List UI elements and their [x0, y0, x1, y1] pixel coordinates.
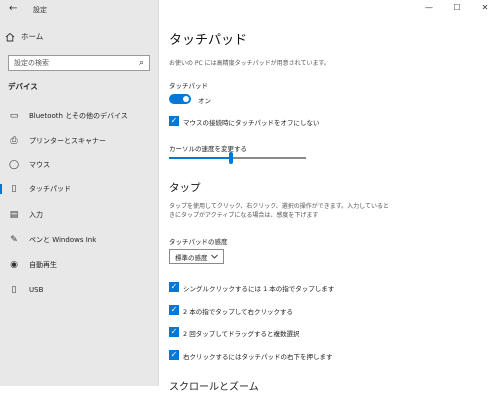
double-tap-drag-checkbox[interactable]: ✓: [169, 327, 179, 337]
leave-on-with-mouse-checkbox[interactable]: ✓: [169, 116, 179, 126]
sidebar-item-autoplay[interactable]: ◉ 自動再生: [0, 256, 158, 274]
search-input[interactable]: [14, 59, 124, 67]
slider-thumb[interactable]: [228, 152, 233, 164]
page-description: お使いの PC には高精度タッチパッドが用意されています。: [169, 60, 330, 67]
two-finger-right-click-checkbox[interactable]: ✓: [169, 305, 179, 315]
cursor-speed-slider[interactable]: [169, 152, 306, 164]
sidebar-item-mouse[interactable]: ◯ マウス: [0, 156, 158, 174]
search-icon[interactable]: ⌕: [139, 58, 144, 68]
sidebar-item-bluetooth[interactable]: ▭ Bluetooth とその他のデバイス: [0, 107, 158, 125]
autoplay-icon: ◉: [10, 260, 18, 270]
sidebar-item-label: ペンと Windows Ink: [29, 236, 97, 244]
chevron-down-icon: [211, 254, 218, 259]
sidebar-item-typing[interactable]: ▤ 入力: [0, 206, 158, 224]
checkmark-icon: ✓: [170, 327, 178, 336]
sensitivity-value: 標準の感度: [175, 253, 208, 262]
maximize-button[interactable]: ☐: [445, 0, 469, 14]
sidebar-item-label: 入力: [29, 211, 43, 219]
page-title: タッチパッド: [169, 33, 248, 48]
bluetooth-icon: ▭: [9, 111, 19, 121]
tap-section-description: タップを使用してクリック、右クリック、選択の操作ができます。入力しているときにタ…: [169, 203, 389, 220]
minimize-button[interactable]: —: [417, 0, 441, 14]
sidebar-item-label: 自動再生: [29, 261, 57, 269]
close-button[interactable]: ✕: [473, 0, 497, 14]
bottom-right-right-click-label: 右クリックするにはタッチパッドの右下を押します: [183, 353, 333, 361]
touchpad-toggle-label: タッチパッド: [169, 82, 208, 90]
settings-search-box[interactable]: ⌕: [8, 55, 150, 71]
sidebar-item-home[interactable]: ホーム: [5, 31, 43, 42]
sidebar-item-label: ホーム: [21, 32, 44, 41]
sensitivity-dropdown[interactable]: 標準の感度: [169, 249, 224, 264]
pen-icon: ✎: [10, 235, 18, 245]
two-finger-right-click-label: 2 本の指でタップして右クリックする: [183, 308, 294, 316]
sidebar-item-label: タッチパッド: [29, 185, 71, 193]
checkmark-icon: ✓: [170, 305, 178, 314]
sidebar-item-usb[interactable]: ▯ USB: [0, 281, 158, 299]
bottom-right-right-click-checkbox[interactable]: ✓: [169, 350, 179, 360]
sidebar-item-label: プリンターとスキャナー: [29, 137, 106, 145]
checkmark-icon: ✓: [170, 116, 178, 125]
toggle-knob: [183, 96, 189, 102]
home-icon: [5, 32, 15, 41]
section-label-devices: デバイス: [8, 82, 38, 91]
mouse-icon: ◯: [8, 160, 20, 170]
single-tap-click-checkbox[interactable]: ✓: [169, 282, 179, 292]
touchpad-icon: ▯: [11, 184, 17, 194]
back-arrow-icon[interactable]: ←: [9, 3, 17, 14]
sidebar-item-touchpad[interactable]: ▯ タッチパッド: [0, 180, 158, 198]
app-title: 設定: [33, 6, 47, 14]
sidebar: ← 設定 ホーム ⌕ デバイス ▭ Bluetooth とその他のデバイス ⎙ …: [0, 0, 158, 386]
checkmark-icon: ✓: [170, 350, 178, 359]
main-panel: — ☐ ✕ タッチパッド お使いの PC には高精度タッチパッドが用意されていま…: [158, 0, 500, 393]
sidebar-item-label: Bluetooth とその他のデバイス: [29, 112, 128, 120]
touchpad-toggle-state: オン: [198, 97, 211, 105]
sensitivity-label: タッチパッドの感度: [169, 238, 228, 246]
leave-on-with-mouse-label: マウスの接続時にタッチパッドをオフにしない: [183, 119, 320, 127]
sidebar-item-pen[interactable]: ✎ ペンと Windows Ink: [0, 231, 158, 249]
touchpad-toggle[interactable]: [169, 94, 191, 104]
sidebar-item-label: マウス: [29, 161, 50, 169]
tap-section-title: タップ: [169, 182, 201, 194]
cursor-speed-label: カーソルの速度を変更する: [169, 145, 247, 153]
keyboard-icon: ▤: [9, 210, 19, 220]
double-tap-drag-label: 2 回タップしてドラッグすると複数選択: [183, 330, 300, 338]
printer-icon: ⎙: [10, 136, 18, 146]
sidebar-item-printers[interactable]: ⎙ プリンターとスキャナー: [0, 132, 158, 150]
usb-icon: ▯: [11, 285, 17, 295]
slider-fill: [169, 157, 231, 159]
single-tap-click-label: シングルクリックするには 1 本の指でタップします: [183, 285, 335, 293]
checkmark-icon: ✓: [170, 282, 178, 291]
sidebar-item-label: USB: [29, 286, 44, 294]
